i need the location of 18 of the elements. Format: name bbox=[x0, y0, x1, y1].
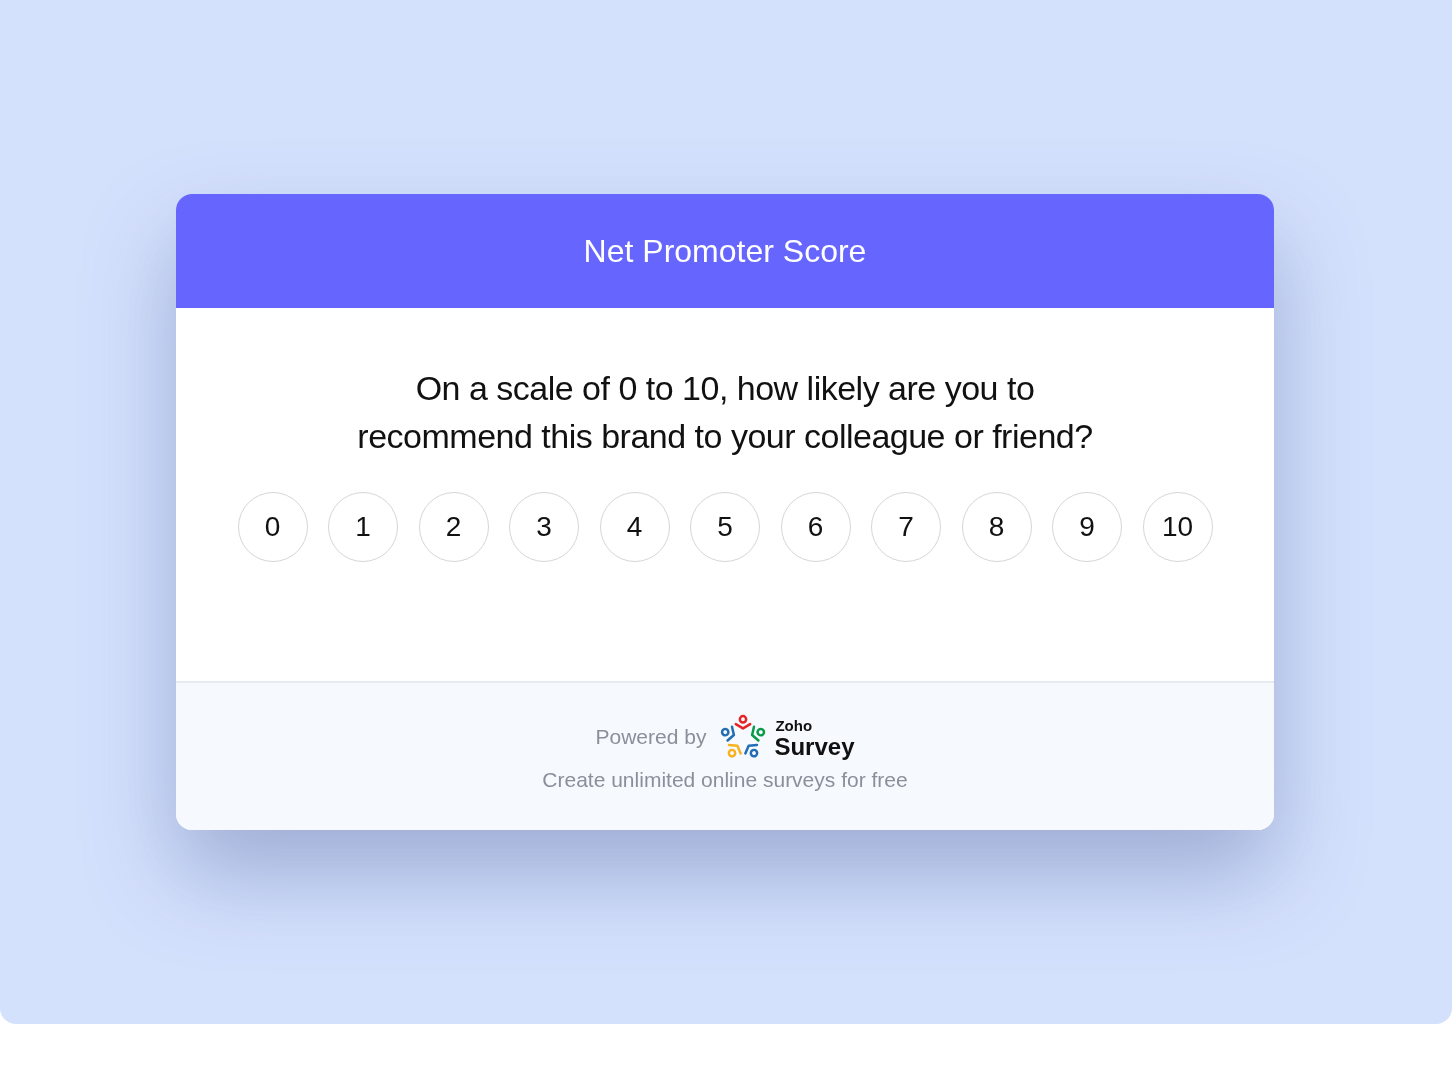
score-button[interactable]: 10 bbox=[1142, 492, 1213, 562]
score-button[interactable]: 0 bbox=[237, 492, 308, 562]
product-name: Survey bbox=[774, 734, 855, 760]
score-button[interactable]: 8 bbox=[961, 492, 1032, 562]
score-button[interactable]: 1 bbox=[328, 492, 398, 562]
score-button[interactable]: 3 bbox=[509, 492, 579, 562]
question-text: On a scale of 0 to 10, how likely are you to recommend this brand to your colleague or friend? bbox=[357, 368, 1093, 457]
tagline-text: Create unlimited online surveys for free bbox=[542, 767, 908, 793]
powered-by-text: Powered by bbox=[595, 724, 707, 750]
score-button[interactable]: 2 bbox=[418, 492, 489, 562]
score-button[interactable]: 9 bbox=[1052, 492, 1122, 562]
brand-name: Zoho bbox=[775, 718, 814, 734]
people-circle-icon bbox=[720, 714, 767, 760]
score-button[interactable]: 4 bbox=[599, 492, 670, 562]
score-button[interactable]: 5 bbox=[690, 492, 760, 562]
score-button[interactable]: 6 bbox=[780, 492, 851, 562]
survey-title: Net Promoter Score bbox=[583, 232, 867, 271]
score-button[interactable]: 7 bbox=[871, 492, 941, 562]
